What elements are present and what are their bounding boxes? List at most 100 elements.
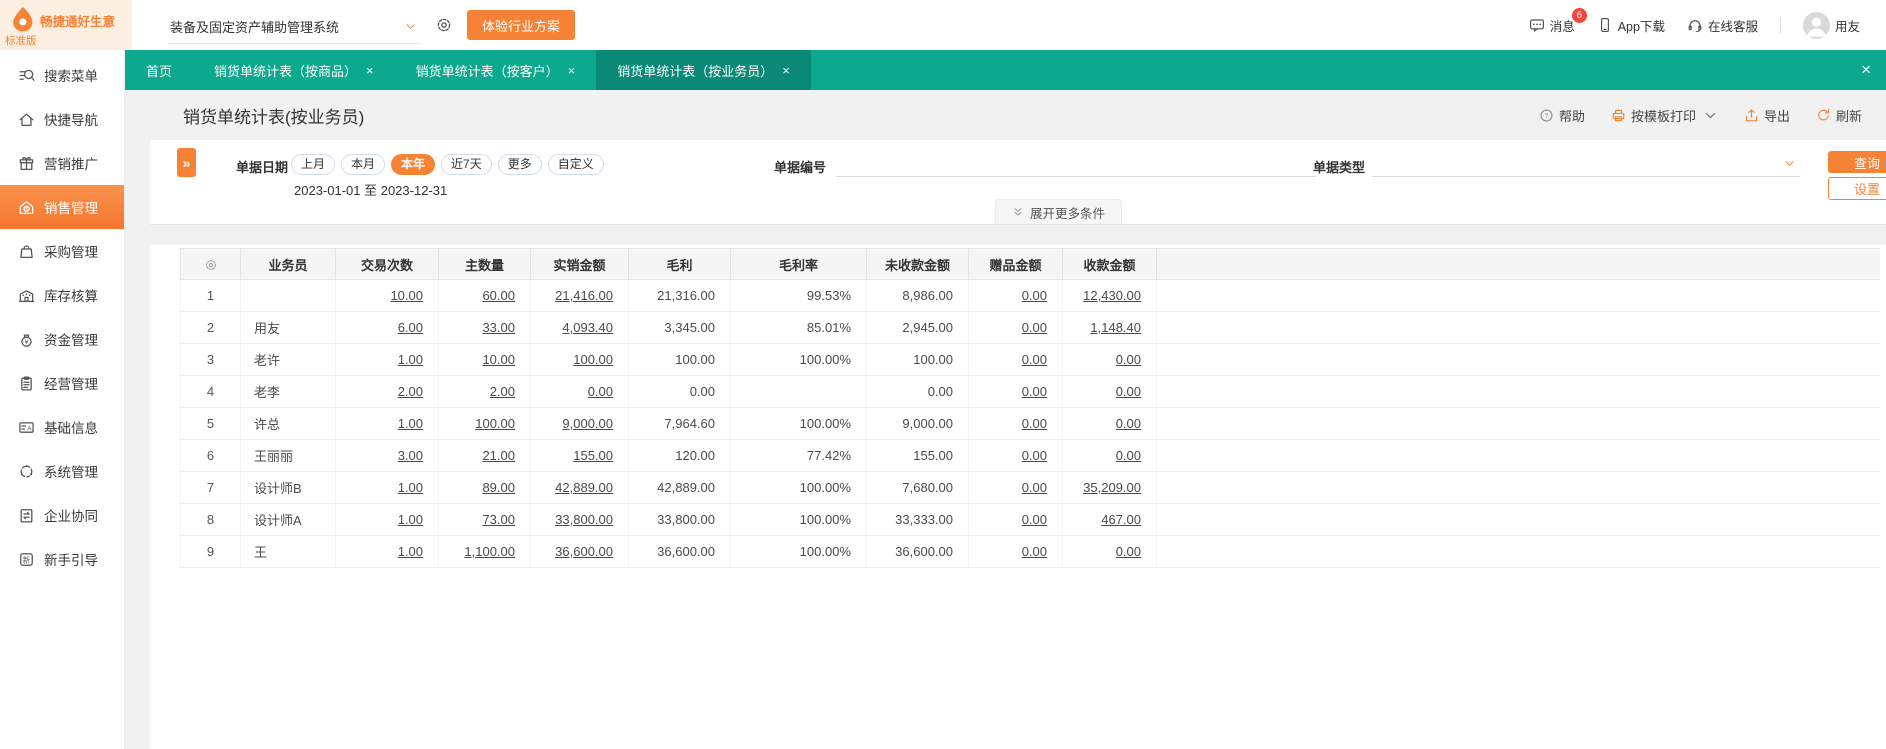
drilldown-link-cell[interactable]: 1.00 [335,503,439,536]
drilldown-link-cell[interactable]: 0.00 [968,503,1063,536]
tab-close-icon[interactable]: × [568,64,576,77]
drilldown-link-cell[interactable]: 1,100.00 [438,535,531,568]
tab[interactable]: 首页 × [125,50,193,90]
drilldown-link-cell[interactable]: 0.00 [968,439,1063,472]
drilldown-link-cell[interactable]: 12,430.00 [1062,279,1157,312]
tab[interactable]: 销货单统计表（按业务员） × [596,50,811,90]
drilldown-link-cell[interactable]: 4,093.40 [530,311,629,344]
sidebar-item[interactable]: ¥ 资金管理 [0,317,124,361]
tab-close-icon[interactable]: × [366,64,374,77]
drilldown-link-cell[interactable]: 467.00 [1062,503,1157,536]
drilldown-link-cell[interactable]: 21,416.00 [530,279,629,312]
sidebar-item[interactable]: A 基础信息 [0,405,124,449]
drilldown-link-cell[interactable]: 3.00 [335,439,439,472]
column-header[interactable]: 毛利率 [730,248,867,280]
drilldown-link-cell[interactable]: 60.00 [438,279,531,312]
sidebar-item[interactable]: 系统管理 [0,449,124,493]
drilldown-link-cell[interactable]: 36,600.00 [530,535,629,568]
column-header[interactable]: 毛利 [628,248,731,280]
tab[interactable]: 销货单统计表（按商品） × [193,50,395,90]
drilldown-link-cell[interactable]: 9,000.00 [530,407,629,440]
drilldown-link-cell[interactable]: 0.00 [1062,407,1157,440]
drilldown-link-cell[interactable]: 0.00 [968,535,1063,568]
drilldown-link-cell[interactable]: 1.00 [335,407,439,440]
app-download-button[interactable]: App下载 [1597,16,1665,35]
brand-logo[interactable]: 畅捷通好生意 标准版 [0,0,132,50]
sidebar-item[interactable]: 新 新手引导 [0,537,124,581]
drilldown-link-cell[interactable]: 73.00 [438,503,531,536]
system-dropdown[interactable]: 装备及固定资产辅助管理系统 [168,17,420,44]
drilldown-link-cell[interactable]: 35,209.00 [1062,471,1157,504]
drilldown-link-cell[interactable]: 0.00 [968,279,1063,312]
messages-button[interactable]: 消息 6 [1529,7,1587,35]
drilldown-link-cell[interactable]: 33.00 [438,311,531,344]
drilldown-link-cell[interactable]: 1.00 [335,471,439,504]
column-header[interactable]: 实销金额 [530,248,629,280]
sidebar-item[interactable]: 快捷导航 [0,97,124,141]
drilldown-link-cell[interactable]: 0.00 [1062,439,1157,472]
tab-close-icon[interactable]: × [782,64,790,77]
column-settings-button[interactable] [180,248,241,280]
drilldown-link-cell[interactable]: 2.00 [438,375,531,408]
sidebar-item[interactable]: $ 销售管理 [0,185,124,229]
column-header[interactable]: 主数量 [438,248,531,280]
drilldown-link-cell[interactable]: 42,889.00 [530,471,629,504]
date-range-value[interactable]: 2023-01-01 至 2023-12-31 [294,180,447,199]
column-header[interactable]: 赠品金额 [968,248,1063,280]
user-menu[interactable]: 用友 [1802,11,1860,39]
drilldown-link-cell[interactable]: 10.00 [335,279,439,312]
sidebar-item[interactable]: 采购管理 [0,229,124,273]
drilldown-link-cell[interactable]: 89.00 [438,471,531,504]
print-by-template-button[interactable]: 按模板打印 [1611,106,1718,125]
sidebar-item[interactable]: 营销推广 [0,141,124,185]
drilldown-link-cell[interactable]: 0.00 [1062,375,1157,408]
drilldown-link-cell[interactable]: 21.00 [438,439,531,472]
online-service-button[interactable]: 在线客服 [1687,16,1758,35]
close-all-tabs-icon[interactable]: × [1861,50,1871,90]
drilldown-link-cell[interactable]: 0.00 [968,471,1063,504]
drilldown-link-cell[interactable]: 100.00 [438,407,531,440]
column-header[interactable]: 交易次数 [335,248,439,280]
drilldown-link-cell[interactable]: 155.00 [530,439,629,472]
drilldown-link-cell[interactable]: 0.00 [968,375,1063,408]
date-pill[interactable]: 自定义 [547,154,604,175]
drilldown-link-cell[interactable]: 33,800.00 [530,503,629,536]
doc-type-select[interactable] [1372,153,1800,177]
query-button[interactable]: 查询 [1828,151,1886,173]
column-header[interactable]: 业务员 [240,248,336,280]
refresh-button[interactable]: 刷新 [1816,106,1862,125]
date-pill[interactable]: 本年 [391,154,436,175]
column-header[interactable]: 收款金额 [1062,248,1157,280]
sidebar-item[interactable]: 经营管理 [0,361,124,405]
drilldown-link-cell[interactable]: 0.00 [968,407,1063,440]
drilldown-link-cell[interactable]: 1.00 [335,343,439,376]
sidebar-item[interactable]: 库存核算 [0,273,124,317]
date-pill[interactable]: 本月 [341,154,386,175]
drilldown-link-cell[interactable]: 100.00 [530,343,629,376]
drilldown-link-cell[interactable]: 6.00 [335,311,439,344]
help-button[interactable]: ? 帮助 [1539,106,1585,125]
sidebar-item[interactable]: 企业协同 [0,493,124,537]
date-pill[interactable]: 更多 [497,154,542,175]
drilldown-link-cell[interactable]: 0.00 [1062,343,1157,376]
doc-no-input[interactable] [836,153,1316,177]
drilldown-link-cell[interactable]: 10.00 [438,343,531,376]
sidebar-item[interactable]: 搜索菜单 [0,53,124,97]
tab[interactable]: 销货单统计表（按客户） × [395,50,597,90]
drilldown-link-cell[interactable]: 1,148.40 [1062,311,1157,344]
trial-industry-button[interactable]: 体验行业方案 [467,10,576,40]
date-pill[interactable]: 上月 [291,154,336,175]
export-button[interactable]: 导出 [1744,106,1790,125]
date-pill[interactable]: 近7天 [441,154,492,175]
collapse-filter-button[interactable]: » [177,148,196,177]
expand-more-button[interactable]: 展开更多条件 [995,199,1123,224]
column-header[interactable]: 未收款金额 [866,248,969,280]
drilldown-link-cell[interactable]: 1.00 [335,535,439,568]
gear-icon[interactable] [435,16,453,34]
settings-button[interactable]: 设置 [1828,177,1886,200]
drilldown-link-cell[interactable]: 0.00 [1062,535,1157,568]
drilldown-link-cell[interactable]: 0.00 [530,375,629,408]
drilldown-link-cell[interactable]: 0.00 [968,311,1063,344]
drilldown-link-cell[interactable]: 0.00 [968,343,1063,376]
drilldown-link-cell[interactable]: 2.00 [335,375,439,408]
